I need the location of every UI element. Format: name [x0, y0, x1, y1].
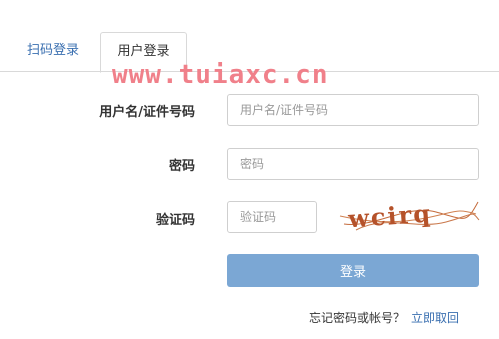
login-button[interactable]: 登录 — [227, 254, 479, 287]
captcha-input[interactable] — [227, 201, 317, 233]
captcha-image[interactable]: wcirq — [336, 194, 480, 234]
forgot-account-row: 忘记密码或帐号？ 立即取回 — [309, 309, 459, 326]
captcha-text: wcirq — [346, 199, 433, 234]
captcha-label: 验证码 — [155, 213, 195, 228]
password-label: 密码 — [168, 159, 195, 174]
username-input[interactable] — [227, 94, 479, 126]
watermark: www.tuiaxc.cn — [112, 60, 329, 90]
retrieve-link[interactable]: 立即取回 — [411, 311, 459, 325]
password-input[interactable] — [227, 148, 479, 180]
tab-qr-login[interactable]: 扫码登录 — [12, 32, 94, 72]
forgot-prompt: 忘记密码或帐号？ — [309, 311, 406, 325]
username-label: 用户名/证件号码 — [99, 105, 195, 120]
